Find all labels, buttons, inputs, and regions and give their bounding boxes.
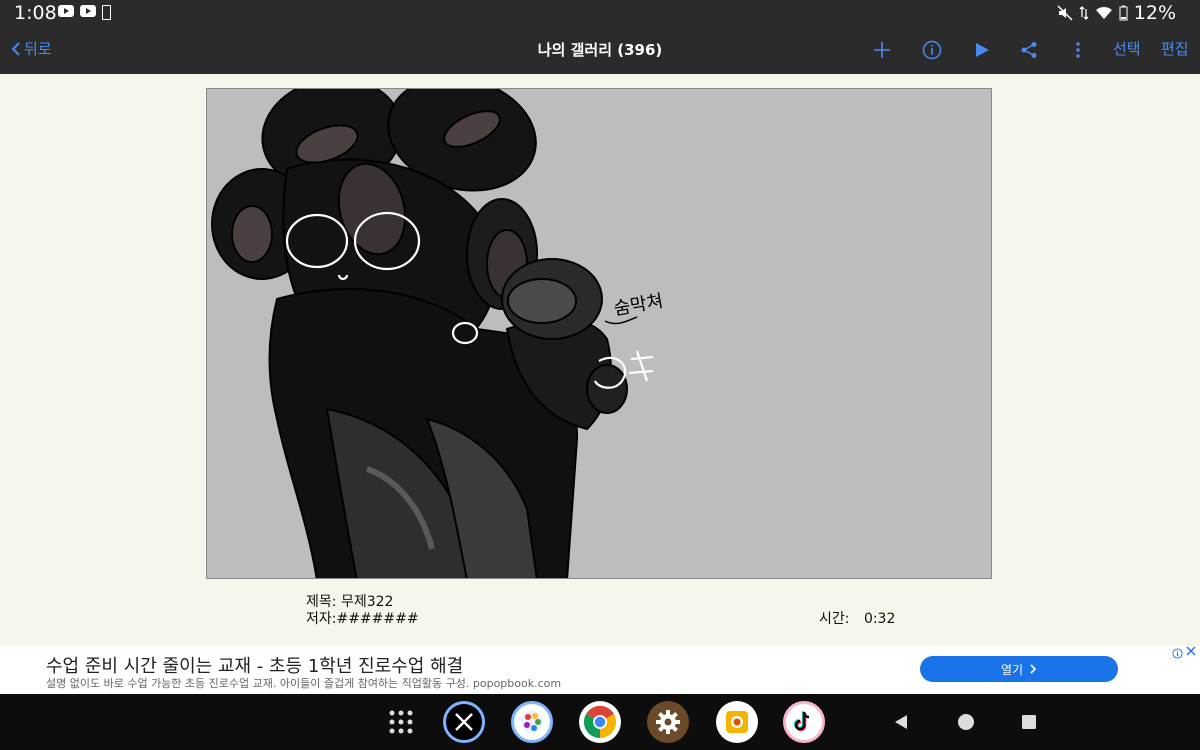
- time-label: 시간:: [819, 611, 850, 627]
- mute-icon: [1057, 5, 1073, 21]
- handwriting-text: 숨막쳐: [612, 291, 665, 320]
- ad-banner[interactable]: 수업 준비 시간 줄이는 교재 - 초등 1학년 진로수업 해결 설명 없이도 …: [0, 646, 1200, 694]
- artwork-author-row: 저자:#######: [306, 608, 419, 628]
- ad-close-icon[interactable]: [1186, 646, 1196, 656]
- grid-icon: [389, 710, 413, 734]
- circle-home-icon: [958, 714, 974, 730]
- chrome-icon[interactable]: [579, 701, 621, 743]
- youtube-notification-icon: [80, 5, 96, 17]
- page-title: 나의 갤러리 (396): [537, 41, 663, 59]
- battery-percent: 12%: [1133, 2, 1176, 24]
- camera-app-icon[interactable]: [716, 701, 758, 743]
- battery-saver-icon: [102, 5, 111, 20]
- chrome-logo-icon: [583, 705, 617, 739]
- edit-button[interactable]: 편집: [1161, 38, 1189, 59]
- play-button[interactable]: [968, 36, 996, 64]
- author-value: #######: [336, 611, 419, 627]
- author-label: 저자:: [306, 611, 337, 627]
- x-app-icon[interactable]: [443, 701, 485, 743]
- ad-open-label: 열기: [1000, 662, 1024, 677]
- chevron-right-icon: [1030, 664, 1037, 674]
- settings-icon[interactable]: [647, 701, 689, 743]
- tiktok-logo-icon: [793, 711, 810, 732]
- navigation-bar: [0, 694, 1200, 750]
- tiktok-icon[interactable]: [783, 701, 825, 743]
- back-label: 뒤로: [24, 40, 52, 58]
- status-bar: 1:08 12%: [0, 0, 1200, 28]
- wifi-icon: [1095, 6, 1112, 19]
- nav-recents-button[interactable]: [1021, 714, 1037, 734]
- notification-icons: [58, 5, 111, 20]
- app-bar: 뒤로 나의 갤러리 (396) 선택 편집: [0, 28, 1200, 74]
- chevron-left-icon: [11, 41, 20, 56]
- app-drawer-icon[interactable]: [380, 701, 422, 743]
- more-vert-icon: [1076, 42, 1080, 58]
- info-button[interactable]: [918, 36, 946, 64]
- palette-icon: [521, 711, 543, 733]
- artwork-drawing: 숨막쳐: [211, 89, 665, 578]
- plus-icon: [874, 42, 890, 58]
- triangle-back-icon: [895, 715, 907, 729]
- ad-description: 설명 없이도 바로 수업 가능한 초등 진로수업 교재. 아이들이 즐겁게 참여…: [46, 677, 562, 690]
- battery-icon: [1119, 5, 1128, 21]
- nav-back-button[interactable]: [893, 714, 909, 734]
- ad-info-icon[interactable]: [1172, 648, 1183, 659]
- more-button[interactable]: [1064, 36, 1092, 64]
- youtube-notification-icon: [58, 5, 74, 17]
- camera-icon: [726, 711, 748, 733]
- gear-icon: [656, 710, 680, 734]
- share-button[interactable]: [1015, 36, 1043, 64]
- artwork-time-row: 시간: 0:32: [819, 608, 895, 628]
- select-button[interactable]: 선택: [1113, 38, 1141, 59]
- status-time: 1:08: [14, 2, 57, 24]
- ibis-paint-icon[interactable]: [511, 701, 553, 743]
- back-button[interactable]: 뒤로: [10, 38, 52, 59]
- time-value: 0:32: [863, 611, 896, 627]
- square-recents-icon: [1022, 715, 1036, 729]
- data-transfer-icon: [1079, 6, 1089, 20]
- artwork-canvas[interactable]: 숨막쳐: [206, 88, 992, 579]
- nav-home-button[interactable]: [957, 713, 975, 735]
- play-icon: [976, 43, 989, 57]
- ad-open-button[interactable]: 열기: [920, 656, 1118, 682]
- info-icon: [922, 40, 942, 60]
- system-icons: 12%: [1057, 2, 1176, 24]
- add-button[interactable]: [868, 36, 896, 64]
- x-logo-icon: [455, 713, 473, 731]
- share-icon: [1021, 42, 1037, 58]
